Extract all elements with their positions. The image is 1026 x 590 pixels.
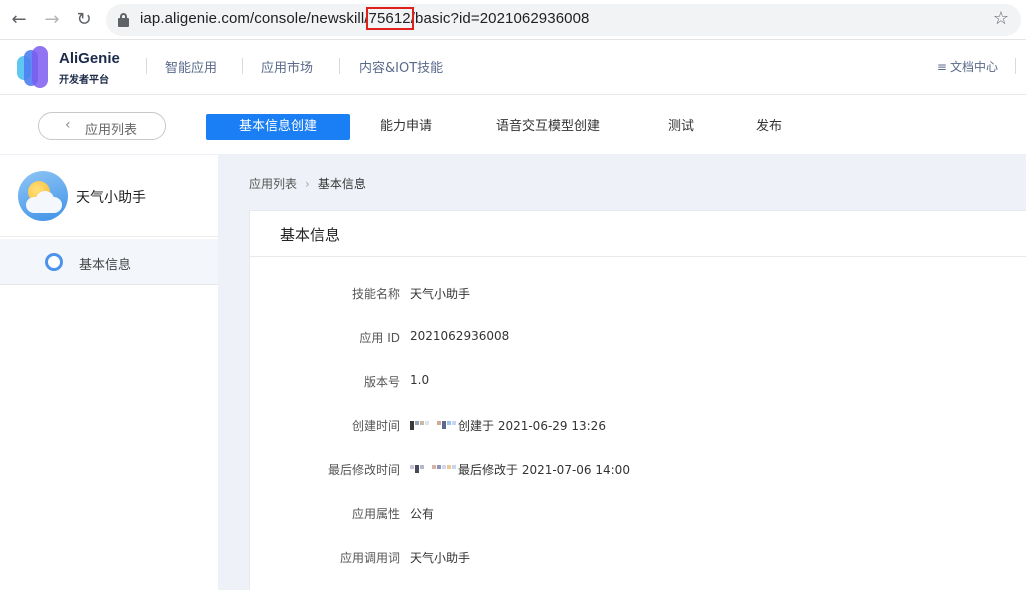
step-publish[interactable]: 发布 <box>756 114 782 140</box>
app-name: 天气小助手 <box>76 190 146 206</box>
url-text[interactable]: iap.aligenie.com/console/newskill/75612/… <box>140 7 590 30</box>
field-value: 天气小助手 <box>410 551 471 565</box>
field-value: 1.0 <box>410 373 430 387</box>
back-to-app-list-button[interactable]: ‹ 应用列表 <box>38 112 166 140</box>
panel-title: 基本信息 <box>280 226 341 244</box>
nav-app-market[interactable]: 应用市场 <box>261 57 313 76</box>
address-bar[interactable]: iap.aligenie.com/console/newskill/75612/… <box>106 4 1021 36</box>
breadcrumb: 应用列表 › 基本信息 <box>249 175 366 192</box>
field-label: 技能名称 <box>351 287 400 301</box>
aligenie-logo-icon[interactable] <box>17 44 53 88</box>
field-label: 创建时间 <box>351 419 400 433</box>
back-arrow-icon[interactable]: ← <box>8 9 30 31</box>
field-row: 技能名称 天气小助手 <box>250 285 1026 305</box>
field-label: 应用调用词 <box>339 551 400 565</box>
field-value-wrap: 最后修改于 2021-07-06 14:00 <box>410 461 630 478</box>
reload-icon[interactable]: ↻ <box>73 9 95 31</box>
steps-bar: ‹ 应用列表 基本信息创建 能力申请 语音交互模型创建 测试 发布 <box>0 96 1026 154</box>
nav-smart-apps[interactable]: 智能应用 <box>165 57 217 76</box>
field-row: 应用调用词 天气小助手 <box>250 549 1026 569</box>
app-header: AliGenie 开发者平台 智能应用 应用市场 内容&IOT技能 ≡ 文档中心 <box>0 40 1026 95</box>
blurred-username <box>410 421 457 434</box>
divider <box>339 58 340 74</box>
url-suffix: /basic?id=2021062936008 <box>410 10 590 27</box>
forward-arrow-icon[interactable]: → <box>41 9 63 31</box>
step-basic-info[interactable]: 基本信息创建 <box>206 114 350 140</box>
divider <box>1015 58 1016 74</box>
divider <box>242 58 243 74</box>
step-voice-model[interactable]: 语音交互模型创建 <box>496 114 600 140</box>
breadcrumb-parent[interactable]: 应用列表 <box>249 177 297 191</box>
weather-app-avatar-icon <box>18 171 68 221</box>
ring-icon <box>45 253 63 271</box>
step-test[interactable]: 测试 <box>668 114 694 140</box>
field-label: 应用属性 <box>351 507 400 521</box>
back-button-label: 应用列表 <box>85 123 138 138</box>
panel-header: 基本信息 <box>250 211 1026 257</box>
modified-text: 最后修改于 2021-07-06 14:00 <box>458 463 630 477</box>
sidebar-item-label: 基本信息 <box>79 258 132 273</box>
basic-info-panel: 基本信息 技能名称 天气小助手 应用 ID 2021062936008 版本号 … <box>249 210 1026 590</box>
field-label: 最后修改时间 <box>327 463 400 477</box>
field-row: 应用 ID 2021062936008 <box>250 329 1026 349</box>
field-label: 应用 ID <box>359 331 400 345</box>
field-label: 版本号 <box>363 375 400 389</box>
doc-center-label: 文档中心 <box>949 60 998 74</box>
url-prefix: iap.aligenie.com/console/newskill/ <box>140 10 369 27</box>
field-row: 应用属性 公有 <box>250 505 1026 525</box>
logo-name: AliGenie <box>59 50 120 67</box>
step-capability[interactable]: 能力申请 <box>380 114 432 140</box>
list-icon: ≡ <box>936 60 947 74</box>
field-value-wrap: 创建于 2021-06-29 13:26 <box>410 417 606 434</box>
blurred-username <box>410 465 457 478</box>
field-value: 公有 <box>410 507 435 521</box>
chevron-right-icon: › <box>305 177 310 191</box>
nav-content-iot[interactable]: 内容&IOT技能 <box>359 57 443 76</box>
url-highlight: 75612 <box>365 7 414 30</box>
field-value: 天气小助手 <box>410 287 471 301</box>
field-row: 版本号 1.0 <box>250 373 1026 393</box>
field-value: 2021062936008 <box>410 329 510 343</box>
field-row: 创建时间 创建于 2021-06-29 13:26 <box>250 417 1026 437</box>
divider <box>146 58 147 74</box>
doc-center-link[interactable]: ≡ 文档中心 <box>937 58 998 75</box>
lock-icon <box>118 13 129 27</box>
created-text: 创建于 2021-06-29 13:26 <box>458 419 606 433</box>
chevron-left-icon: ‹ <box>65 117 71 133</box>
sidebar: 天气小助手 基本信息 <box>0 155 218 590</box>
bookmark-star-icon[interactable]: ☆ <box>993 8 1009 29</box>
logo-subtitle: 开发者平台 <box>59 75 109 86</box>
browser-toolbar: ← → ↻ iap.aligenie.com/console/newskill/… <box>0 0 1026 40</box>
breadcrumb-current: 基本信息 <box>317 177 366 191</box>
field-row: 最后修改时间 最后修改于 2021-07-06 14:00 <box>250 461 1026 481</box>
app-card: 天气小助手 <box>0 155 218 237</box>
sidebar-item-basic-info[interactable]: 基本信息 <box>0 239 218 285</box>
